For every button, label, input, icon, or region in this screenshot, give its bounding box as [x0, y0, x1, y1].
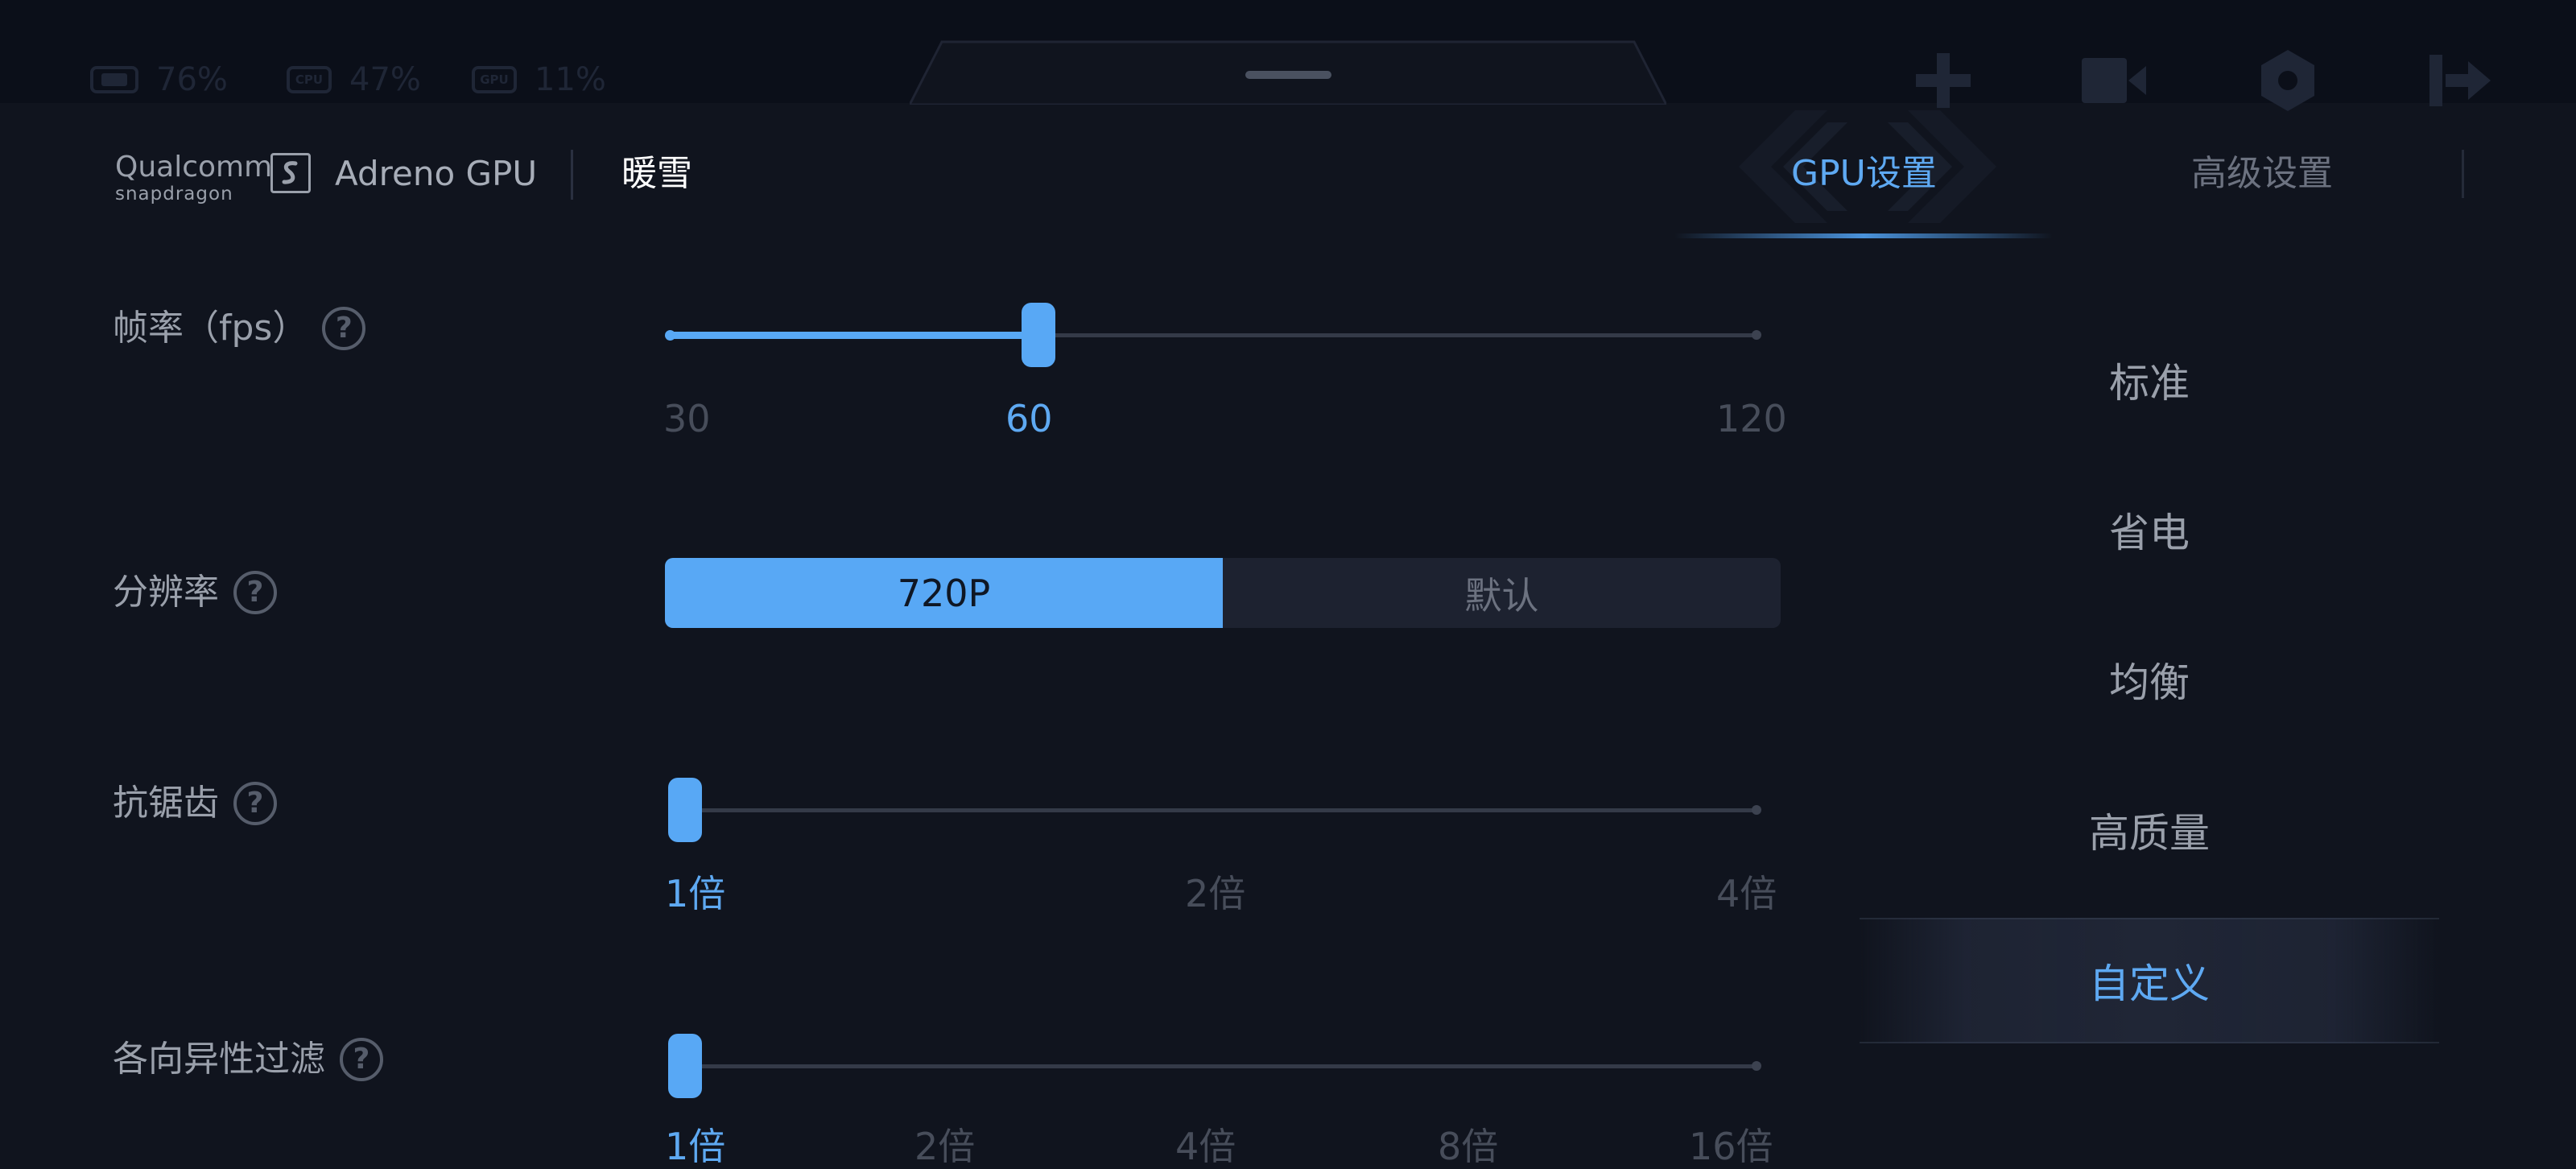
- help-icon[interactable]: ?: [233, 782, 277, 825]
- anisotropic-tick-4x: 4倍: [1175, 1125, 1236, 1168]
- fps-tick-30: 30: [663, 397, 711, 440]
- antialias-tick-2x: 2倍: [1185, 872, 1246, 915]
- antialias-label: 抗锯齿: [113, 783, 219, 824]
- preset-power-saving[interactable]: 省电: [1860, 485, 2439, 574]
- antialias-slider[interactable]: [668, 778, 1763, 850]
- qualcomm-logo: Qualcomm snapdragon: [115, 151, 273, 205]
- anisotropic-slider[interactable]: [668, 1034, 1763, 1106]
- preset-standard[interactable]: 标准: [1860, 336, 2439, 424]
- tab-gpu-settings[interactable]: GPU设置: [1791, 151, 1937, 196]
- fps-tick-120: 120: [1716, 397, 1787, 440]
- slider-fill: [668, 332, 1034, 339]
- cpu-stat: CPU 47%: [287, 61, 421, 98]
- brand-subtitle: snapdragon: [115, 184, 233, 204]
- slider-track: [668, 808, 1758, 812]
- battery-stat: 76%: [90, 61, 228, 98]
- slider-end-dot: [1752, 805, 1761, 815]
- plus-icon[interactable]: [1911, 48, 1975, 113]
- help-icon[interactable]: ?: [233, 571, 277, 614]
- anisotropic-tick-1x: 1倍: [665, 1125, 726, 1168]
- antialias-tick-1x: 1倍: [665, 872, 726, 915]
- antialias-tick-4x: 4倍: [1716, 872, 1777, 915]
- video-icon[interactable]: [2082, 48, 2146, 113]
- slider-thumb[interactable]: [1022, 303, 1055, 367]
- snapdragon-icon: [270, 153, 311, 193]
- cpu-icon: CPU: [287, 66, 332, 93]
- product-name: Adreno GPU: [335, 154, 538, 193]
- gpu-stat: GPU 11%: [472, 61, 606, 98]
- cpu-value: 47%: [349, 61, 421, 98]
- slider-track: [668, 1064, 1758, 1068]
- slider-thumb[interactable]: [668, 778, 702, 842]
- anisotropic-tick-2x: 2倍: [914, 1125, 976, 1168]
- anisotropic-setting-label: 各向异性过滤 ?: [113, 1035, 383, 1084]
- help-icon[interactable]: ?: [340, 1038, 383, 1081]
- header-divider: [571, 150, 573, 200]
- preset-high-quality[interactable]: 高质量: [1860, 786, 2439, 874]
- fps-setting-label: 帧率（fps） ?: [113, 304, 366, 353]
- slider-end-dot: [1752, 1061, 1761, 1071]
- fps-slider[interactable]: [665, 303, 1763, 375]
- preset-custom[interactable]: 自定义: [1860, 918, 2439, 1043]
- exit-icon[interactable]: [2426, 48, 2491, 113]
- slider-end-dot: [1752, 330, 1761, 340]
- antialias-setting-label: 抗锯齿 ?: [113, 779, 277, 828]
- slider-thumb[interactable]: [668, 1034, 702, 1098]
- gpu-icon: GPU: [472, 66, 517, 93]
- drag-handle[interactable]: [1245, 71, 1331, 79]
- help-icon[interactable]: ?: [322, 307, 366, 350]
- gpu-value: 11%: [535, 61, 606, 98]
- active-tab-indicator: [1674, 233, 2053, 238]
- fps-tick-60: 60: [1005, 397, 1053, 440]
- battery-icon: [90, 66, 138, 93]
- anisotropic-tick-16x: 16倍: [1689, 1125, 1773, 1168]
- tab-advanced-settings[interactable]: 高级设置: [2191, 151, 2333, 196]
- brand-title: Qualcomm: [115, 151, 273, 184]
- resolution-setting-label: 分辨率 ?: [113, 568, 277, 617]
- game-title: 暖雪: [621, 153, 692, 194]
- resolution-option-default[interactable]: 默认: [1223, 558, 1781, 628]
- anisotropic-tick-8x: 8倍: [1438, 1125, 1499, 1168]
- resolution-option-720p[interactable]: 720P: [665, 558, 1223, 628]
- fps-label: 帧率（fps）: [113, 308, 308, 349]
- resolution-label: 分辨率: [113, 572, 219, 613]
- settings-icon[interactable]: [2256, 48, 2320, 113]
- slider-start-dot: [665, 330, 675, 341]
- battery-value: 76%: [156, 61, 228, 98]
- preset-balanced[interactable]: 均衡: [1860, 635, 2439, 724]
- tab-divider: [2462, 150, 2464, 198]
- resolution-segmented-control: 720P 默认: [665, 558, 1781, 628]
- anisotropic-label: 各向异性过滤: [113, 1039, 325, 1080]
